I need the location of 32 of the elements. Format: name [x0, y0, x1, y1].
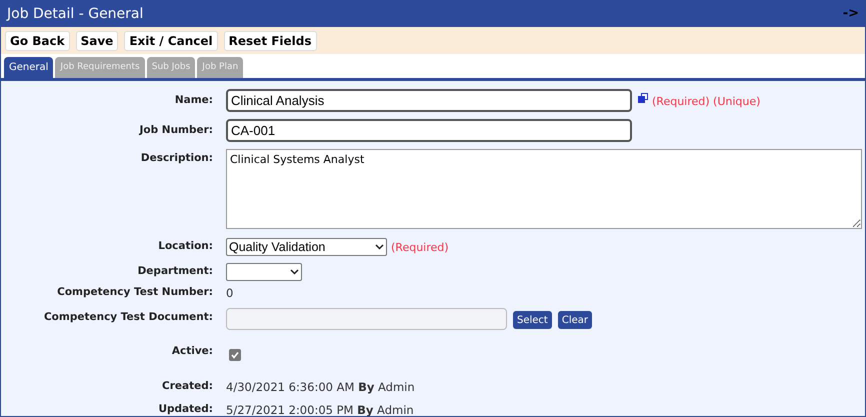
chevron-down-icon	[290, 269, 299, 275]
field-label: Active:	[172, 345, 213, 357]
tab[interactable]: General	[4, 57, 54, 78]
field-label: Competency Test Document:	[44, 311, 213, 323]
checkbox[interactable]	[229, 349, 241, 361]
action-button[interactable]: Select	[513, 311, 552, 329]
description-field[interactable]: Clinical Systems Analyst	[226, 149, 862, 229]
field-label: Created:	[162, 380, 213, 392]
action-button[interactable]: Clear	[558, 311, 592, 329]
text-field[interactable]: Clinical Analysis	[226, 89, 632, 112]
field-label: Department:	[138, 265, 213, 277]
toolbar-button[interactable]: Go Back	[5, 30, 70, 50]
document-field[interactable]	[226, 308, 507, 330]
toolbar-button[interactable]: Save	[76, 30, 118, 50]
field-label: Job Number:	[139, 124, 213, 136]
required-note: (Required)	[391, 240, 449, 256]
field-label: Competency Test Number:	[57, 286, 213, 298]
toolbar-button[interactable]: Reset Fields	[224, 30, 317, 50]
chevron-down-icon	[375, 244, 384, 250]
text-field[interactable]: CA-001	[226, 119, 632, 142]
field-label: Updated:	[158, 403, 213, 415]
toolbar-button[interactable]: Exit / Cancel	[124, 30, 218, 50]
field-label: Name:	[174, 94, 213, 106]
field-value: 4/30/2021 6:36:00 AM By Admin	[226, 379, 415, 396]
field-label: Description:	[140, 152, 213, 164]
required-note: (Required) (Unique)	[652, 94, 760, 110]
field-label: Location:	[158, 240, 213, 252]
copy-icon[interactable]	[638, 93, 648, 103]
window-title: Job Detail - General	[7, 4, 144, 24]
dropdown[interactable]: Quality Validation	[226, 238, 387, 256]
field-value: 0	[226, 285, 234, 302]
dropdown[interactable]	[226, 263, 302, 281]
